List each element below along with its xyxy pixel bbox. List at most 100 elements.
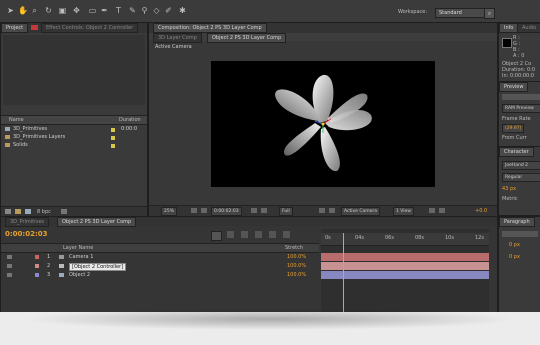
project-col-name[interactable]: Name [9,118,24,123]
tab-object2-comp[interactable]: Object 2 PS 3D Layer Comp [207,33,287,43]
zoom-select[interactable]: 25% [161,207,178,216]
project-item[interactable]: Solids [1,142,147,149]
visibility-eye-icon[interactable] [7,264,12,268]
timeline-layer-row[interactable]: 1 Camera 1 100.0% [1,253,319,261]
hand-tool-icon[interactable]: ✋ [18,6,28,15]
layer-name[interactable]: [Object 2 Controller] [69,263,127,271]
region-of-interest-icon[interactable] [319,208,325,213]
selection-tool-icon[interactable]: ➤ [6,6,15,15]
tab-paragraph[interactable]: Paragraph [499,217,535,227]
pen-tool-icon[interactable]: ✒ [100,6,109,15]
exposure-value[interactable]: +0.0 [475,209,487,214]
project-item-name: 3D_Primitives [13,126,48,132]
new-folder-icon[interactable] [15,209,21,214]
col-layer-name[interactable]: Layer Name [63,246,93,251]
camera-view-select[interactable]: Active Camera [341,207,381,216]
label-color-swatch[interactable] [111,128,115,132]
eraser-tool-icon[interactable]: ◇ [152,6,161,15]
timeline-layer-row[interactable]: 3 Object 2 100.0% [1,271,319,279]
preview-transport-controls[interactable] [502,94,540,100]
tab-project[interactable]: Project [1,23,29,33]
new-composition-icon[interactable] [25,209,31,214]
timeline-timecode[interactable]: 0:00:02:03 [5,231,48,238]
text-tool-icon[interactable]: T [114,6,123,15]
motion-blur-icon[interactable] [269,231,276,238]
visibility-eye-icon[interactable] [7,273,12,277]
tab-effect-controls[interactable]: Effect Controls: Object 2 Controller [41,23,139,33]
label-color-swatch[interactable] [111,136,115,140]
layer-stretch[interactable]: 100.0% [287,264,306,269]
comp-mini-flowchart-icon[interactable] [211,231,222,241]
layer-duration-bar[interactable] [321,253,489,261]
time-ruler[interactable]: 0s 04s 06s 08s 10s 12s [321,233,489,246]
layer-stretch[interactable]: 100.0% [287,255,306,260]
puppet-tool-icon[interactable]: ✱ [178,6,187,15]
layer-label-color[interactable] [35,273,39,277]
mask-visibility-icon[interactable] [201,208,207,213]
workspace-search-icon[interactable]: ⌕ [484,8,495,19]
font-family-select[interactable]: JoeHand 2 [502,161,540,170]
tab-preview[interactable]: Preview [499,82,529,92]
project-item-duration: 0:00:0 [121,126,138,132]
brush-tool-icon[interactable]: ✎ [128,6,137,15]
tab-info[interactable]: Info [499,23,519,33]
transparency-grid-icon[interactable] [329,208,335,213]
shy-layers-icon[interactable] [241,231,248,238]
visibility-eye-icon[interactable] [7,255,12,259]
time-graph[interactable]: 0s 04s 06s 08s 10s 12s [321,229,489,312]
frame-blending-icon[interactable] [255,231,262,238]
tab-timeline-object2[interactable]: Object 2 PS 3D Layer Comp [57,217,137,227]
grid-toggle-icon[interactable] [191,208,197,213]
layer-name[interactable]: Object 2 [69,273,90,278]
project-item[interactable]: 3D_Primitives Layers [1,134,147,141]
graph-editor-icon[interactable] [283,231,290,238]
fast-previews-icon[interactable] [439,208,445,213]
label-color-swatch[interactable] [111,144,115,148]
ram-preview-select[interactable]: RAM Preview [502,104,540,113]
resolution-select[interactable]: Full [279,207,293,216]
layer-name[interactable]: Camera 1 [69,255,93,260]
space-before-field[interactable]: 0 px [509,255,520,260]
roto-brush-tool-icon[interactable]: ✐ [164,6,173,15]
kerning-select[interactable]: Metric [502,197,518,202]
paragraph-align-buttons[interactable] [502,231,538,237]
show-channel-icon[interactable] [261,208,267,213]
ruler-tick-label: 10s [445,235,454,241]
comp-viewer[interactable] [211,61,435,187]
layer-duration-bar[interactable] [321,262,489,270]
comp-timecode[interactable]: 0:00:02:03 [211,207,242,216]
tab-character[interactable]: Character [499,147,534,157]
toggle-pixel-aspect-icon[interactable] [429,208,435,213]
col-stretch[interactable]: Stretch [285,246,303,251]
rotate-tool-icon[interactable]: ↻ [44,6,53,15]
from-current-checkbox[interactable]: From Curr [502,136,527,141]
interpret-footage-icon[interactable] [5,209,11,214]
draft-3d-icon[interactable] [227,231,234,238]
font-size-field[interactable]: 43 px [502,187,516,192]
pan-behind-tool-icon[interactable]: ✥ [72,6,81,15]
timeline-layer-row[interactable]: 2 [Object 2 Controller] 100.0% [1,262,319,271]
layer-duration-bar[interactable] [321,271,489,279]
clone-stamp-tool-icon[interactable]: ⚲ [140,6,149,15]
tab-audio[interactable]: Audio [517,23,540,33]
layer-label-color[interactable] [35,255,39,259]
tab-composition[interactable]: Composition: Object 2 PS 3D Layer Comp [153,23,267,33]
frame-rate-select[interactable]: (29.97) [502,124,525,133]
camera-tool-icon[interactable]: ▣ [58,6,67,15]
font-style-select[interactable]: Regular [502,173,540,182]
tab-timeline-3d-primitives[interactable]: 3D_Primitives [5,217,50,227]
project-col-duration[interactable]: Duration [119,118,141,123]
trash-icon[interactable] [61,209,67,214]
indent-left-field[interactable]: 0 px [509,243,520,248]
mask-tool-icon[interactable]: ▭ [88,6,97,15]
snapshot-icon[interactable] [251,208,257,213]
layer-stretch[interactable]: 100.0% [287,273,306,278]
tab-3d-layer-comp[interactable]: 3D Layer Comp [153,33,202,43]
bpc-toggle[interactable]: 8 bpc [37,210,51,215]
views-layout-select[interactable]: 1 View [393,207,414,216]
project-item[interactable]: 3D_Primitives 0:00:0 [1,126,147,133]
null-object-icon [59,264,64,268]
layer-label-color[interactable] [35,264,39,268]
zoom-tool-icon[interactable]: ⌕ [30,6,39,15]
current-time-indicator[interactable] [342,233,344,312]
